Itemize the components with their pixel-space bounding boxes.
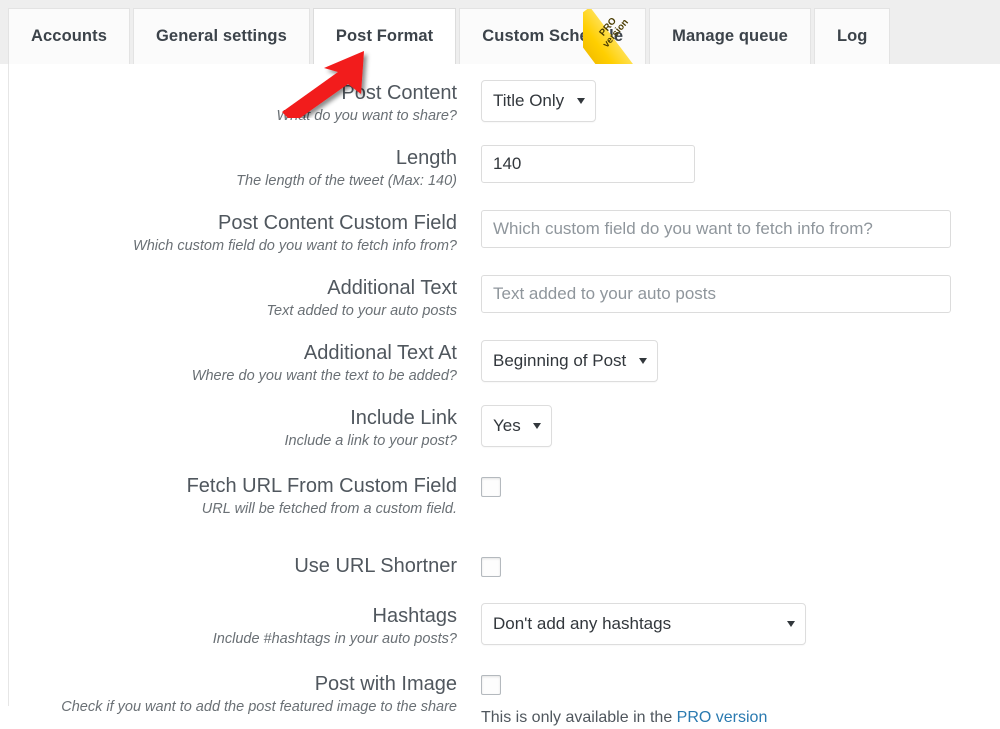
include-link-select-wrap: Yes — [481, 405, 552, 447]
label-cell: Include Link Include a link to your post… — [9, 405, 457, 451]
label-cell: Length The length of the tweet (Max: 140… — [9, 145, 457, 191]
include-link-select[interactable]: Yes — [481, 405, 552, 447]
row-additional-text-at: Additional Text At Where do you want the… — [9, 321, 1000, 386]
tab-label: Manage queue — [672, 27, 788, 46]
post-content-select-wrap: Title Only — [481, 80, 596, 122]
additional-text-at-select-wrap: Beginning of Post — [481, 340, 658, 382]
tab-strip: Accounts General settings Post Format Cu… — [0, 0, 1000, 64]
field-cell: Title Only — [457, 80, 1000, 122]
field-cell — [457, 145, 1000, 183]
pro-version-note-prefix: This is only available in the — [481, 709, 677, 726]
post-content-custom-field-input[interactable] — [481, 210, 951, 248]
field-label: Additional Text — [9, 275, 457, 301]
field-description: Which custom field do you want to fetch … — [9, 236, 457, 256]
label-cell: Post Content What do you want to share? — [9, 80, 457, 126]
pro-version-link[interactable]: PRO version — [677, 709, 768, 726]
tab-manage-queue[interactable]: Manage queue — [649, 8, 811, 64]
tab-label: Log — [837, 27, 868, 46]
field-description: What do you want to share? — [9, 106, 457, 126]
field-description: Text added to your auto posts — [9, 301, 457, 321]
length-input[interactable] — [481, 145, 695, 183]
field-cell: This is only available in the PRO versio… — [457, 671, 1000, 729]
tab-log[interactable]: Log — [814, 8, 891, 64]
field-label: Post with Image — [9, 671, 457, 697]
tab-label: Post Format — [336, 27, 433, 46]
row-post-content-custom-field: Post Content Custom Field Which custom f… — [9, 191, 1000, 256]
field-cell: Beginning of Post — [457, 340, 1000, 382]
field-label: Post Content — [9, 80, 457, 106]
row-additional-text: Additional Text Text added to your auto … — [9, 256, 1000, 321]
field-description: URL will be fetched from a custom field. — [9, 499, 457, 519]
label-cell: Post Content Custom Field Which custom f… — [9, 210, 457, 256]
field-label: Use URL Shortner — [9, 553, 457, 579]
fetch-url-from-custom-field-checkbox[interactable] — [481, 477, 501, 497]
field-label: Length — [9, 145, 457, 171]
tab-label: General settings — [156, 27, 287, 46]
label-cell: Additional Text Text added to your auto … — [9, 275, 457, 321]
field-cell — [457, 210, 1000, 248]
post-format-panel: Post Content What do you want to share? … — [8, 64, 1000, 706]
tab-custom-schedule[interactable]: Custom Schedule PRO version — [459, 8, 646, 64]
post-with-image-checkbox[interactable] — [481, 675, 501, 695]
settings-form: Post Content What do you want to share? … — [9, 64, 1000, 729]
row-length: Length The length of the tweet (Max: 140… — [9, 126, 1000, 191]
field-cell: Don't add any hashtags — [457, 603, 1000, 645]
additional-text-at-select[interactable]: Beginning of Post — [481, 340, 658, 382]
field-cell — [457, 553, 1000, 577]
row-post-content: Post Content What do you want to share? … — [9, 64, 1000, 126]
row-include-link: Include Link Include a link to your post… — [9, 386, 1000, 451]
label-cell: Hashtags Include #hashtags in your auto … — [9, 603, 457, 649]
row-hashtags: Hashtags Include #hashtags in your auto … — [9, 579, 1000, 649]
row-fetch-url-from-custom-field: Fetch URL From Custom Field URL will be … — [9, 451, 1000, 519]
row-use-url-shortner: Use URL Shortner — [9, 519, 1000, 579]
field-description: Where do you want the text to be added? — [9, 366, 457, 386]
field-description: The length of the tweet (Max: 140) — [9, 171, 457, 191]
field-cell: Yes — [457, 405, 1000, 447]
tab-label: Custom Schedule — [482, 27, 623, 46]
field-label: Hashtags — [9, 603, 457, 629]
tab-post-format[interactable]: Post Format — [313, 8, 456, 64]
label-cell: Use URL Shortner — [9, 553, 457, 579]
tab-general-settings[interactable]: General settings — [133, 8, 310, 64]
post-content-select[interactable]: Title Only — [481, 80, 596, 122]
hashtags-select[interactable]: Don't add any hashtags — [481, 603, 806, 645]
tab-accounts[interactable]: Accounts — [8, 8, 130, 64]
additional-text-input[interactable] — [481, 275, 951, 313]
label-cell: Fetch URL From Custom Field URL will be … — [9, 473, 457, 519]
field-description: Include #hashtags in your auto posts? — [9, 629, 457, 649]
use-url-shortner-checkbox[interactable] — [481, 557, 501, 577]
row-post-with-image: Post with Image Check if you want to add… — [9, 649, 1000, 729]
tab-list: Accounts General settings Post Format Cu… — [8, 8, 893, 64]
field-label: Post Content Custom Field — [9, 210, 457, 236]
field-cell — [457, 473, 1000, 497]
field-label: Fetch URL From Custom Field — [9, 473, 457, 499]
label-cell: Post with Image Check if you want to add… — [9, 671, 457, 717]
field-label: Include Link — [9, 405, 457, 431]
pro-version-note: This is only available in the PRO versio… — [481, 707, 1000, 729]
field-description: Include a link to your post? — [9, 431, 457, 451]
field-description: Check if you want to add the post featur… — [9, 697, 457, 717]
field-label: Additional Text At — [9, 340, 457, 366]
label-cell: Additional Text At Where do you want the… — [9, 340, 457, 386]
hashtags-select-wrap: Don't add any hashtags — [481, 603, 806, 645]
field-cell — [457, 275, 1000, 313]
tab-label: Accounts — [31, 27, 107, 46]
